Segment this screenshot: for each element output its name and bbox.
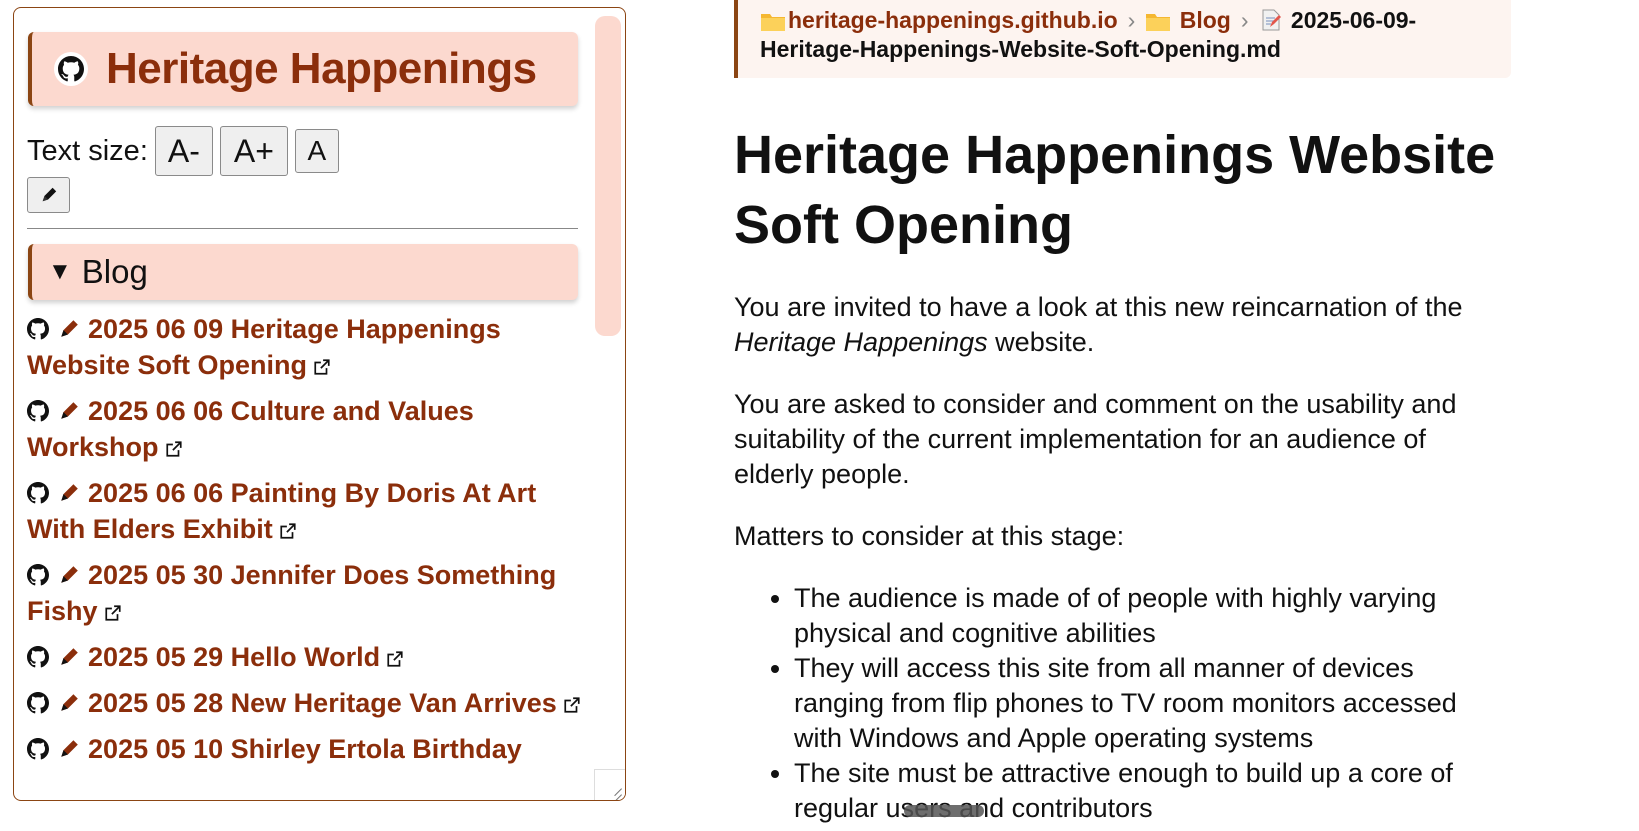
pencil-icon[interactable] xyxy=(57,646,81,668)
blog-section-toggle[interactable]: ▼ Blog xyxy=(28,244,578,300)
external-link-icon[interactable] xyxy=(165,440,183,458)
text-size-label: Text size: xyxy=(27,134,148,167)
page-title: Heritage Happenings Website Soft Opening xyxy=(734,125,1496,255)
github-icon[interactable] xyxy=(54,52,88,86)
section-label: Blog xyxy=(81,253,148,290)
intro-paragraph: You are invited to have a look at this n… xyxy=(734,290,1504,360)
text-size-reset-button[interactable]: A xyxy=(294,129,339,173)
post-link[interactable]: 2025 06 09 Heritage Happenings Website S… xyxy=(27,314,501,380)
breadcrumb: heritage-happenings.github.io › Blog › 202… xyxy=(734,0,1511,78)
external-link-icon[interactable] xyxy=(563,696,581,714)
intro-suffix: website. xyxy=(987,327,1095,357)
document-edit-icon xyxy=(1262,9,1281,31)
blog-post-list: 2025 06 09 Heritage Happenings Website S… xyxy=(27,311,587,777)
pencil-icon[interactable] xyxy=(57,318,81,340)
post-link[interactable]: 2025 06 06 Culture and Values Workshop xyxy=(27,396,474,462)
folder-icon xyxy=(1146,14,1171,31)
site-title[interactable]: Heritage Happenings xyxy=(106,44,537,94)
breadcrumb-file-name: 2025-06-09- xyxy=(1290,7,1417,33)
resize-handle[interactable] xyxy=(594,769,625,800)
pencil-icon[interactable] xyxy=(57,564,81,586)
usability-paragraph: You are asked to consider and comment on… xyxy=(734,389,1457,489)
sidebar-scrollbar[interactable] xyxy=(595,12,621,792)
sidebar-scrollbar-thumb[interactable] xyxy=(595,16,621,336)
pencil-icon[interactable] xyxy=(57,738,81,760)
post-link[interactable]: 2025 05 29 Hello World xyxy=(88,642,380,672)
list-item: The site must be attractive enough to bu… xyxy=(794,756,1504,826)
pencil-icon[interactable] xyxy=(57,400,81,422)
github-icon[interactable] xyxy=(27,564,49,586)
matters-list: The audience is made of of people with h… xyxy=(734,581,1504,826)
intro-text: You are invited to have a look at this n… xyxy=(734,292,1463,322)
github-icon[interactable] xyxy=(27,482,49,504)
folder-icon xyxy=(761,14,785,31)
breadcrumb-file-name-cont: Heritage-Happenings-Website-Soft-Opening… xyxy=(760,36,1281,62)
list-item: 2025 06 09 Heritage Happenings Website S… xyxy=(27,311,587,383)
post-link[interactable]: 2025 05 10 Shirley Ertola Birthday xyxy=(88,734,522,764)
page-scroll-indicator[interactable] xyxy=(904,805,984,817)
external-link-icon[interactable] xyxy=(104,604,122,622)
text-size-controls: Text size: A- A+ A xyxy=(27,126,339,176)
list-item: 2025 05 29 Hello World xyxy=(27,639,587,675)
github-icon[interactable] xyxy=(27,738,49,760)
site-header: Heritage Happenings xyxy=(28,32,578,106)
external-link-icon[interactable] xyxy=(386,650,404,668)
post-link[interactable]: 2025 05 28 New Heritage Van Arrives xyxy=(88,688,557,718)
edit-button[interactable] xyxy=(27,177,70,213)
breadcrumb-folder-link[interactable]: Blog xyxy=(1180,7,1231,33)
list-item: 2025 05 10 Shirley Ertola Birthday xyxy=(27,731,587,767)
collapse-triangle-icon: ▼ xyxy=(48,258,72,285)
text-size-decrease-button[interactable]: A- xyxy=(154,126,213,176)
breadcrumb-separator: › xyxy=(1127,7,1136,33)
pencil-icon[interactable] xyxy=(57,692,81,714)
breadcrumb-separator: › xyxy=(1240,7,1249,33)
article-body: You are invited to have a look at this n… xyxy=(734,290,1504,826)
github-icon[interactable] xyxy=(27,646,49,668)
sidebar-panel: Heritage Happenings Text size: A- A+ A ▼… xyxy=(13,7,626,801)
sidebar-divider xyxy=(27,228,578,229)
external-link-icon[interactable] xyxy=(313,358,331,376)
github-icon[interactable] xyxy=(27,400,49,422)
github-icon[interactable] xyxy=(27,318,49,340)
intro-emphasis: Heritage Happenings xyxy=(734,327,988,357)
text-size-increase-button[interactable]: A+ xyxy=(219,126,288,176)
external-link-icon[interactable] xyxy=(279,522,297,540)
list-item: 2025 06 06 Culture and Values Workshop xyxy=(27,393,587,465)
list-item: They will access this site from all mann… xyxy=(794,651,1504,756)
matters-heading: Matters to consider at this stage: xyxy=(734,521,1125,551)
pencil-icon[interactable] xyxy=(57,482,81,504)
list-item: 2025 06 06 Painting By Doris At Art With… xyxy=(27,475,587,547)
breadcrumb-repo-link[interactable]: heritage-happenings.github.io xyxy=(788,7,1118,33)
pencil-icon xyxy=(42,187,56,202)
list-item: 2025 05 28 New Heritage Van Arrives xyxy=(27,685,587,721)
list-item: The audience is made of of people with h… xyxy=(794,581,1504,651)
github-icon[interactable] xyxy=(27,692,49,714)
list-item: 2025 05 30 Jennifer Does Something Fishy xyxy=(27,557,587,629)
